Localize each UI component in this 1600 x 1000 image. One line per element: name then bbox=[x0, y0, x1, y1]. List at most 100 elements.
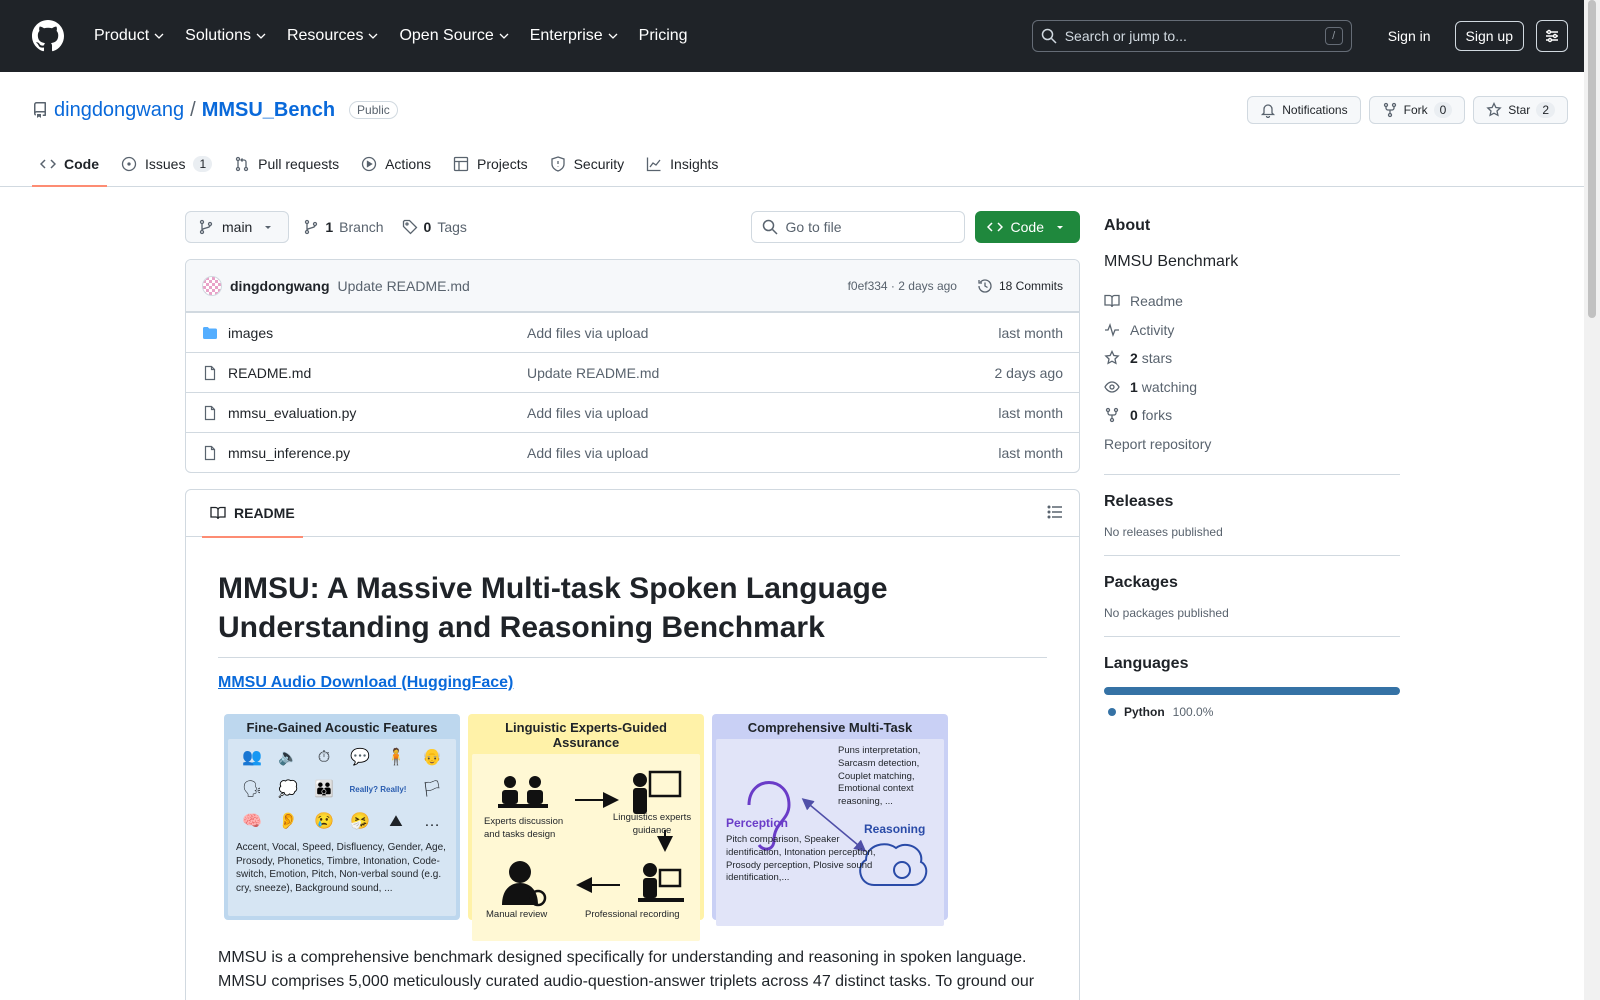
about-description: MMSU Benchmark bbox=[1104, 253, 1239, 270]
watching-label: watching bbox=[1141, 378, 1198, 395]
page-scrollbar[interactable] bbox=[1584, 0, 1600, 1000]
commit-sha-time[interactable]: f0ef334 · 2 days ago bbox=[848, 279, 957, 293]
commit-author-link[interactable]: dingdongwang bbox=[230, 278, 330, 294]
file-row[interactable]: mmsu_inference.py Add files via upload l… bbox=[186, 432, 1079, 472]
github-logo-icon[interactable] bbox=[32, 20, 64, 52]
file-name-link[interactable]: mmsu_inference.py bbox=[228, 445, 350, 461]
tab-issues[interactable]: Issues 1 bbox=[113, 148, 220, 186]
eye-icon bbox=[1104, 381, 1120, 393]
list-icon bbox=[1047, 505, 1062, 518]
book-icon bbox=[1104, 295, 1120, 308]
branches-link[interactable]: 1 Branch bbox=[299, 219, 387, 235]
file-commit-link[interactable]: Add files via upload bbox=[527, 445, 998, 461]
releases-heading[interactable]: Releases bbox=[1104, 493, 1400, 511]
caret-down-icon bbox=[265, 226, 272, 229]
chevron-down-icon bbox=[154, 33, 164, 39]
nav-solutions[interactable]: Solutions bbox=[177, 21, 275, 51]
nav-product[interactable]: Product bbox=[86, 21, 173, 51]
activity-label: Activity bbox=[1130, 321, 1175, 338]
branch-select-button[interactable]: main bbox=[185, 211, 290, 243]
nav-pricing[interactable]: Pricing bbox=[631, 21, 696, 51]
report-repository-link[interactable]: Report repository bbox=[1104, 430, 1400, 459]
repo-sidebar: About MMSU Benchmark Readme Activity 2st… bbox=[1104, 211, 1400, 1000]
commit-message-link[interactable]: Update README.md bbox=[338, 278, 470, 294]
thought-bubble-icon: 💭 bbox=[278, 781, 298, 799]
packages-section: Packages No packages published bbox=[1104, 555, 1400, 636]
sign-in-link[interactable]: Sign in bbox=[1376, 22, 1443, 50]
tags-link[interactable]: 0 Tags bbox=[398, 219, 471, 235]
nav-open-source[interactable]: Open Source bbox=[391, 21, 517, 51]
file-commit-link[interactable]: Update README.md bbox=[527, 365, 995, 381]
meeting-icon bbox=[498, 776, 548, 808]
star-button[interactable]: Star 2 bbox=[1473, 96, 1568, 124]
file-age: last month bbox=[998, 444, 1063, 461]
tab-actions[interactable]: Actions bbox=[353, 148, 439, 186]
code-dropdown-button[interactable]: Code bbox=[974, 211, 1080, 243]
tab-code[interactable]: Code bbox=[32, 148, 107, 187]
nav-resources[interactable]: Resources bbox=[279, 21, 387, 51]
branch-count: 1 bbox=[325, 219, 334, 235]
search-person-icon bbox=[502, 861, 547, 907]
panel-title: Comprehensive Multi-Task bbox=[747, 720, 913, 735]
reasoning-tasks-text: Puns interpretation, Sarcasm detection, … bbox=[838, 745, 921, 808]
notifications-label: Notifications bbox=[1282, 103, 1348, 117]
scrollbar-thumb[interactable] bbox=[1588, 0, 1596, 318]
tab-insights[interactable]: Insights bbox=[638, 148, 726, 186]
fork-icon bbox=[1105, 408, 1119, 423]
repo-name-link[interactable]: MMSU_Bench bbox=[202, 99, 335, 122]
file-commit-link[interactable]: Add files via upload bbox=[527, 325, 998, 341]
language-item[interactable]: Python 100.0% bbox=[1108, 705, 1400, 719]
file-browser: dingdongwang Update README.md f0ef334 · … bbox=[185, 259, 1080, 473]
file-commit-link[interactable]: Add files via upload bbox=[527, 405, 998, 421]
readme-link[interactable]: Readme bbox=[1104, 287, 1400, 316]
path-separator: / bbox=[190, 98, 196, 121]
recording-icon bbox=[638, 863, 684, 902]
avatar[interactable] bbox=[202, 275, 222, 296]
pulse-icon bbox=[1105, 322, 1119, 337]
packages-heading[interactable]: Packages bbox=[1104, 574, 1400, 592]
tab-pull-requests[interactable]: Pull requests bbox=[226, 148, 347, 186]
fork-icon bbox=[1383, 102, 1396, 118]
readme-title: MMSU: A Massive Multi-task Spoken Langua… bbox=[218, 569, 1047, 658]
activity-link[interactable]: Activity bbox=[1104, 316, 1400, 345]
person-icon: 🧍 bbox=[386, 749, 406, 767]
file-name-link[interactable]: README.md bbox=[228, 365, 311, 381]
releases-text: No releases published bbox=[1104, 525, 1223, 539]
file-row[interactable]: README.md Update README.md 2 days ago bbox=[186, 352, 1079, 392]
nav-enterprise[interactable]: Enterprise bbox=[522, 21, 627, 51]
menu-button[interactable] bbox=[1536, 20, 1568, 52]
file-name-link[interactable]: mmsu_evaluation.py bbox=[228, 405, 356, 421]
file-icon bbox=[204, 445, 216, 460]
group-icon: 👪 bbox=[314, 781, 334, 799]
file-row[interactable]: mmsu_evaluation.py Add files via upload … bbox=[186, 392, 1079, 432]
sign-up-button[interactable]: Sign up bbox=[1454, 21, 1524, 51]
tab-label: Insights bbox=[670, 156, 719, 172]
notifications-button[interactable]: Notifications bbox=[1247, 96, 1361, 124]
stars-link[interactable]: 2 stars bbox=[1104, 344, 1400, 373]
commits-history-link[interactable]: 18 Commits bbox=[977, 278, 1063, 294]
file-name-link[interactable]: images bbox=[228, 325, 273, 341]
graph-icon bbox=[647, 157, 661, 172]
huggingface-download-link[interactable]: MMSU Audio Download (HuggingFace) bbox=[218, 674, 513, 691]
global-search-input[interactable]: Search or jump to... / bbox=[1031, 20, 1352, 52]
fork-count: 0 bbox=[1433, 102, 1453, 118]
history-icon bbox=[978, 278, 992, 293]
forks-link[interactable]: 0 forks bbox=[1104, 401, 1400, 430]
fork-button[interactable]: Fork 0 bbox=[1368, 96, 1466, 124]
sneeze-icon: 🤧 bbox=[350, 813, 370, 831]
tag-count: 0 bbox=[423, 219, 432, 235]
table-of-contents-button[interactable] bbox=[1047, 504, 1063, 523]
chevron-down-icon bbox=[499, 33, 509, 39]
repo-owner-link[interactable]: dingdongwang bbox=[54, 99, 184, 122]
file-row[interactable]: images Add files via upload last month bbox=[186, 312, 1079, 352]
watchers-link[interactable]: 1 watching bbox=[1104, 373, 1400, 402]
go-to-file-input[interactable]: Go to file bbox=[750, 211, 965, 243]
folder-icon bbox=[203, 326, 217, 339]
readme-tab[interactable]: README bbox=[202, 490, 303, 538]
tab-projects[interactable]: Projects bbox=[445, 148, 536, 186]
tab-label: Issues bbox=[145, 156, 186, 172]
caret-down-icon bbox=[1057, 226, 1063, 229]
tag-label: Tags bbox=[437, 219, 467, 235]
tab-security[interactable]: Security bbox=[542, 148, 633, 186]
readme-label: Readme bbox=[1130, 293, 1183, 310]
